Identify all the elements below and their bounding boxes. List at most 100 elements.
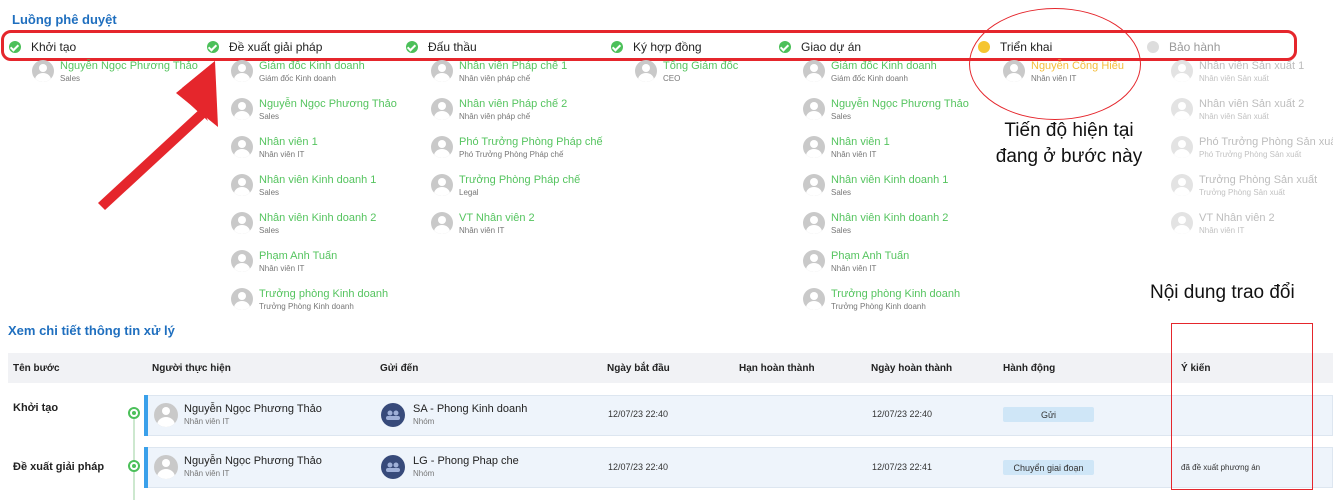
performer-name: Nguyễn Ngọc Phương Thảo — [184, 455, 322, 467]
approver-role: Nhân viên IT — [831, 264, 877, 273]
approver-name: Nhân viên Kinh doanh 1 — [831, 174, 949, 186]
sent-to-type: Nhóm — [413, 469, 435, 478]
step-label: Khởi tạo — [31, 40, 77, 54]
timeline-dot-icon — [128, 407, 140, 419]
performer-role: Nhân viên IT — [184, 417, 230, 426]
column-header-sent-to: Gửi đến — [380, 363, 419, 374]
approver-name: Trưởng Phòng Pháp chế — [459, 174, 581, 186]
approver-item: Giám đốc Kinh doanh Giám đốc Kinh doanh — [231, 60, 365, 84]
sent-to-type: Nhóm — [413, 417, 435, 426]
avatar-icon — [1171, 174, 1193, 196]
column-header-performer: Người thực hiện — [152, 363, 231, 374]
approver-role: Trưởng Phòng Sản xuất — [1199, 188, 1285, 197]
approval-flow-title: Luồng phê duyệt — [12, 12, 117, 27]
row-accent-bar — [144, 395, 148, 436]
approver-item: Nhân viên Kinh doanh 1 Sales — [803, 174, 948, 198]
step-bao-hanh[interactable]: Bảo hành — [1147, 40, 1220, 54]
approver-item: Trưởng Phòng Pháp chế Legal — [431, 174, 580, 198]
approver-item: Tổng Giám đốc CEO — [635, 60, 738, 84]
approver-role: Nhân viên Sản xuất — [1199, 112, 1269, 121]
approver-name: Nhân viên Pháp chế 1 — [459, 60, 568, 72]
avatar-icon — [803, 250, 825, 272]
approver-item: Nguyễn Ngọc Phương Thảo Sales — [803, 98, 969, 122]
approver-name: Nhân viên 1 — [259, 136, 318, 148]
approver-name: Trưởng Phòng Sản xuất — [1199, 174, 1318, 186]
column-header-completed-date: Ngày hoàn thành — [871, 363, 953, 374]
approver-role: Nhân viên IT — [459, 226, 505, 235]
column-header-step: Tên bước — [13, 363, 60, 374]
approver-item: Phó Trưởng Phòng Pháp chế Phó Trưởng Phòn… — [431, 136, 603, 160]
check-circle-icon — [406, 41, 418, 53]
sent-to-name: SA - Phong Kinh doanh — [413, 403, 528, 415]
approver-name: Nhân viên Kinh doanh 2 — [831, 212, 949, 224]
step-dau-thau[interactable]: Đấu thầu — [406, 40, 477, 54]
avatar-icon — [431, 60, 453, 82]
approver-item: Nhân viên Kinh doanh 1 Sales — [231, 174, 376, 198]
avatar-icon — [431, 136, 453, 158]
check-circle-icon — [9, 41, 21, 53]
approver-item: Nhân viên Pháp chế 1 Nhân viên pháp chế — [431, 60, 567, 84]
column-header-deadline: Hạn hoàn thành — [739, 363, 815, 374]
avatar-icon — [1171, 136, 1193, 158]
approver-item-pending: Trưởng Phòng Sản xuất Trưởng Phòng Sản xu… — [1171, 174, 1317, 198]
approver-role: Nhân viên Sản xuất — [1199, 74, 1269, 83]
approver-item-pending: VT Nhân viên 2 Nhân viên IT — [1171, 212, 1275, 236]
detail-section-title: Xem chi tiết thông tin xử lý — [8, 323, 175, 338]
avatar-icon — [431, 212, 453, 234]
step-khoi-tao[interactable]: Khởi tạo — [9, 40, 76, 54]
avatar-icon — [803, 288, 825, 310]
action-badge[interactable]: Gửi — [1003, 407, 1094, 422]
approver-role: Sales — [831, 112, 852, 121]
approver-name: Phạm Anh Tuấn — [831, 250, 910, 262]
table-row[interactable] — [147, 395, 1333, 436]
avatar-icon — [431, 174, 453, 196]
step-ky-hop-dong[interactable]: Ký hợp đồng — [611, 40, 702, 54]
check-circle-icon — [207, 41, 219, 53]
approver-role: CEO — [663, 74, 681, 83]
approver-name: Nguyễn Ngọc Phương Thảo — [259, 98, 397, 110]
approver-role: Legal — [459, 188, 479, 197]
check-circle-icon — [779, 41, 791, 53]
opinion-column-highlight-frame — [1171, 323, 1313, 490]
performer-role: Nhân viên IT — [184, 469, 230, 478]
approver-role: Sales — [831, 226, 852, 235]
step-de-xuat-giai-phap[interactable]: Đề xuất giải pháp — [207, 40, 322, 54]
avatar-icon — [635, 60, 657, 82]
check-circle-icon — [611, 41, 623, 53]
approver-item: Giám đốc Kinh doanh Giám đốc Kinh doanh — [803, 60, 937, 84]
approver-role: Sales — [259, 112, 280, 121]
approver-name: Nhân viên Kinh doanh 2 — [259, 212, 377, 224]
approver-name: VT Nhân viên 2 — [1199, 212, 1275, 224]
row-step-name: Đề xuất giải pháp — [13, 461, 105, 473]
exchange-content-annotation: Nội dung trao đổi — [1150, 282, 1295, 303]
approver-name: Nguyễn Ngọc Phương Thảo — [831, 98, 969, 110]
sent-to-name: LG - Phong Phap che — [413, 455, 519, 467]
avatar-icon — [1171, 60, 1193, 82]
avatar-icon — [803, 98, 825, 120]
timeline-line — [133, 412, 135, 500]
group-icon — [381, 455, 405, 479]
step-label: Đấu thầu — [428, 40, 477, 54]
approver-name: Nhân viên Kinh doanh 1 — [259, 174, 377, 186]
avatar-icon — [1171, 212, 1193, 234]
sent-to-cell: LG - Phong Phap che Nhóm — [381, 455, 519, 480]
timeline-dot-icon — [128, 460, 140, 472]
approver-role: Giám đốc Kinh doanh — [259, 74, 336, 83]
approver-item-pending: Phó Trưởng Phòng Sản xuất Phó Trưởng Phòn… — [1171, 136, 1333, 160]
avatar-icon — [803, 212, 825, 234]
sent-to-cell: SA - Phong Kinh doanh Nhóm — [381, 403, 527, 428]
approver-name: Phó Trưởng Phòng Sản xuất — [1199, 136, 1333, 148]
approver-role: Sales — [259, 226, 280, 235]
approver-name: Nhân viên Sản xuất 1 — [1199, 60, 1305, 72]
action-badge[interactable]: Chuyển giai đoạn — [1003, 460, 1094, 475]
approver-name: Tổng Giám đốc — [663, 60, 739, 72]
approver-name: Trưởng phòng Kinh doanh — [831, 288, 961, 300]
start-date: 12/07/23 22:40 — [608, 409, 669, 419]
table-row[interactable] — [147, 447, 1333, 488]
approver-role: Trưởng Phòng Kinh doanh — [259, 302, 354, 311]
approver-role: Nhân viên IT — [259, 150, 305, 159]
approver-role: Nhân viên IT — [259, 264, 305, 273]
completed-date: 12/07/23 22:41 — [872, 462, 933, 472]
approver-item: VT Nhân viên 2 Nhân viên IT — [431, 212, 535, 236]
step-giao-du-an[interactable]: Giao dự án — [779, 40, 861, 54]
